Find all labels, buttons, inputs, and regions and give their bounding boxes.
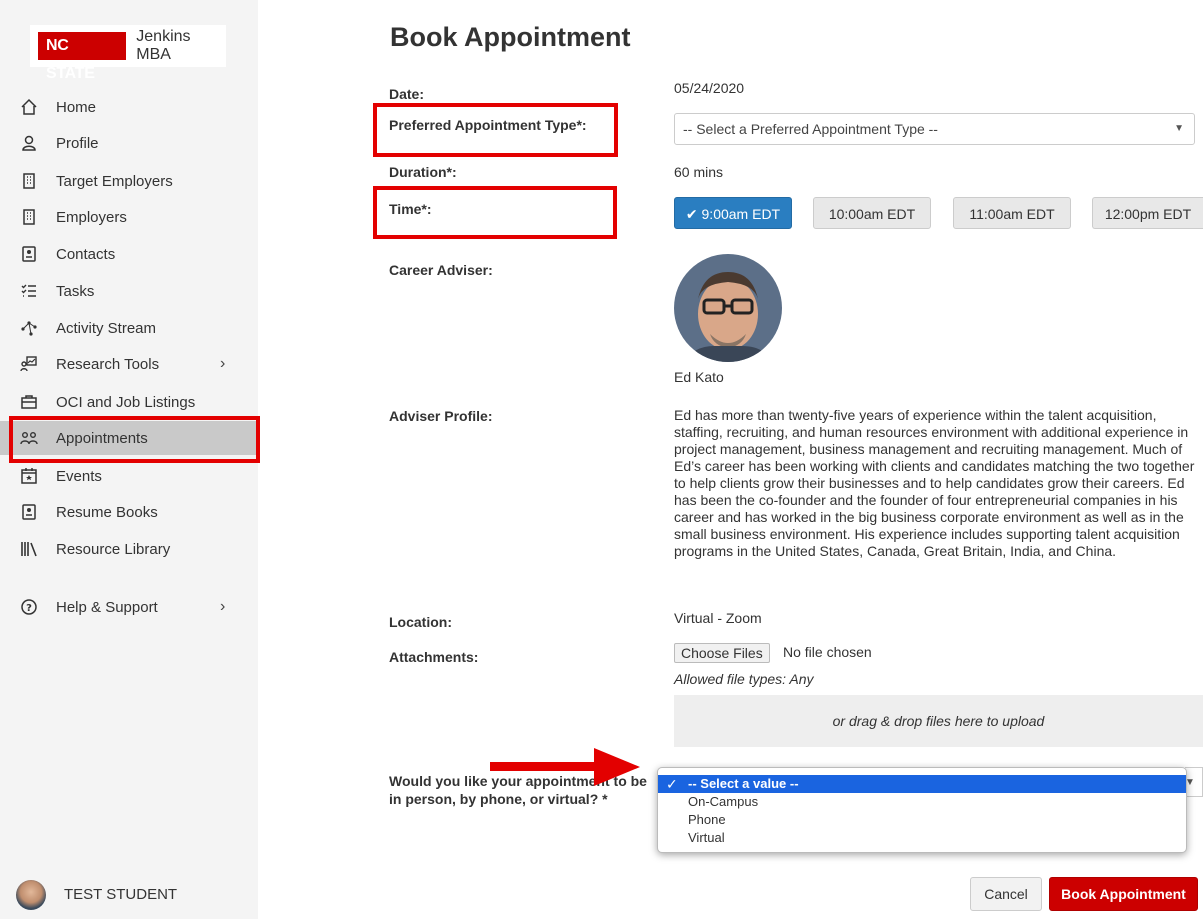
caret-down-icon: ▼ [1174,123,1184,134]
dropdown-option-virtual[interactable]: Virtual [658,829,1186,847]
duration-label: Duration*: [389,164,457,180]
checkmark-icon: ✓ [666,776,678,792]
user-icon [20,134,38,152]
highlight-box-appointment-type [373,103,618,157]
choose-files-button[interactable]: Choose Files [674,643,770,663]
briefcase-icon [20,393,38,411]
dropdown-option-select-value[interactable]: ✓ -- Select a value -- [658,775,1186,793]
sidebar-item-label: Resource Library [56,540,171,558]
allowed-file-types: Allowed file types: Any [674,671,814,687]
location-label: Location: [389,614,452,630]
resume-icon [20,503,38,521]
no-file-status: No file chosen [783,644,872,660]
highlight-box-appointments [9,416,260,463]
date-value: 05/24/2020 [674,80,745,96]
logo-program: Jenkins MBA [136,28,191,63]
sidebar-item-help-support[interactable]: ? Help & Support › [0,590,258,624]
svg-text:?: ? [26,603,32,614]
dropdown-option-phone[interactable]: Phone [658,811,1186,829]
file-drop-zone[interactable]: or drag & drop files here to upload [674,695,1203,747]
sidebar-item-oci-job-listings[interactable]: OCI and Job Listings [0,385,258,419]
sidebar-item-contacts[interactable]: Contacts [0,237,258,271]
time-slot-label: 9:00am EDT [701,206,781,222]
sidebar-item-home[interactable]: Home [0,90,258,124]
sidebar-item-label: Contacts [56,245,116,263]
sidebar-item-label: Activity Stream [56,319,157,337]
drop-zone-text: or drag & drop files here to upload [832,713,1045,729]
building-icon [20,208,38,226]
sidebar-item-label: Home [56,98,97,116]
sidebar-item-label: OCI and Job Listings [56,393,196,411]
sidebar-item-label: Profile [56,134,99,152]
date-label: Date: [389,86,425,102]
appointment-type-placeholder: -- Select a Preferred Appointment Type -… [683,121,938,137]
avatar [16,879,46,910]
network-icon [20,319,38,337]
contact-card-icon [20,245,38,263]
sidebar-item-activity-stream[interactable]: Activity Stream [0,311,258,345]
sidebar-item-target-employers[interactable]: Target Employers [0,164,258,198]
user-profile[interactable]: TEST STUDENT [0,870,258,919]
sidebar-item-resume-books[interactable]: Resume Books [0,495,258,529]
time-slot-button[interactable]: ✔ 9:00am EDT [674,197,792,229]
chart-person-icon [20,355,38,373]
location-value: Virtual - Zoom [674,610,762,626]
sidebar-item-label: Events [56,467,102,485]
sidebar-item-tasks[interactable]: Tasks [0,274,258,308]
cancel-button[interactable]: Cancel [970,877,1042,911]
attachments-label: Attachments: [389,649,479,665]
logo[interactable]: NC STATE Jenkins MBA [30,25,226,82]
career-adviser-label: Career Adviser: [389,262,493,278]
book-appointment-button[interactable]: Book Appointment [1049,877,1198,911]
adviser-profile-text: Ed has more than twenty-five years of ex… [674,407,1195,559]
dropdown-option-on-campus[interactable]: On-Campus [658,793,1186,811]
sidebar-item-label: Help & Support [56,598,158,616]
sidebar-item-label: Research Tools [56,355,160,373]
sidebar-item-resource-library[interactable]: Resource Library [0,532,258,566]
option-label: Virtual [688,830,725,845]
meeting-mode-dropdown[interactable]: ✓ -- Select a value -- On-Campus Phone V… [657,767,1187,853]
highlight-box-time [373,186,617,239]
time-slot-button[interactable]: 12:00pm EDT [1092,197,1203,229]
chevron-right-icon[interactable]: › [220,355,225,373]
home-icon [20,98,38,116]
red-arrow-icon [490,748,640,786]
checklist-icon [20,282,38,300]
sidebar-item-label: Tasks [56,282,95,300]
sidebar-item-research-tools[interactable]: Research Tools › [0,347,258,381]
check-circle-icon: ✔ [685,206,698,222]
option-label: -- Select a value -- [688,776,799,791]
logo-brand: NC STATE [38,32,127,82]
option-label: Phone [688,812,726,827]
sidebar-item-profile[interactable]: Profile [0,126,258,160]
help-icon: ? [20,598,38,616]
adviser-photo [674,254,782,362]
sidebar-item-label: Resume Books [56,503,158,521]
meeting-mode-select-edge[interactable]: ▼ [1185,767,1203,797]
time-slot-button[interactable]: 10:00am EDT [813,197,931,229]
time-slot-label: 10:00am EDT [828,206,916,222]
time-slot-button[interactable]: 11:00am EDT [953,197,1071,229]
option-label: On-Campus [688,794,759,809]
adviser-name: Ed Kato [674,369,724,385]
calendar-star-icon [20,467,38,485]
page-title: Book Appointment [390,22,631,52]
sidebar-item-employers[interactable]: Employers [0,200,258,234]
chevron-right-icon[interactable]: › [220,598,225,616]
user-name: TEST STUDENT [64,886,178,903]
sidebar-item-label: Target Employers [56,172,173,190]
time-slot-label: 11:00am EDT [969,206,1055,222]
sidebar-item-events[interactable]: Events [0,459,258,493]
duration-value: 60 mins [674,164,724,180]
sidebar-item-label: Employers [56,208,127,226]
adviser-profile-label: Adviser Profile: [389,408,493,424]
time-slot-label: 12:00pm EDT [1104,206,1192,222]
appointment-type-select[interactable]: -- Select a Preferred Appointment Type -… [674,113,1195,145]
building-icon [20,172,38,190]
library-icon [20,540,38,558]
